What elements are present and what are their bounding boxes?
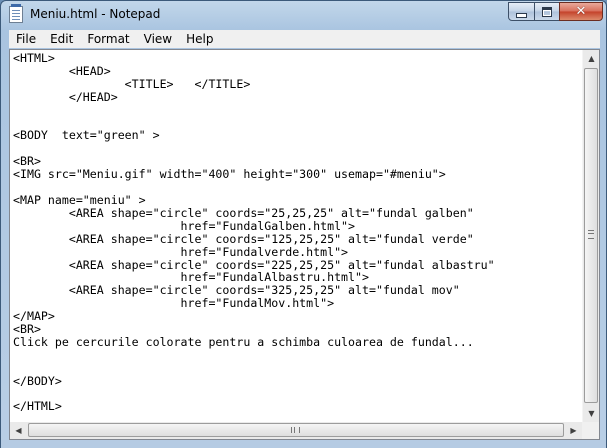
scroll-right-button[interactable]: ▶ <box>565 422 582 439</box>
editor-frame: <HTML> <HEAD> <TITLE> </TITLE> </HEAD> <… <box>9 49 600 440</box>
menu-bar: File Edit Format View Help <box>9 30 600 48</box>
scroll-up-button[interactable]: ▲ <box>583 50 600 67</box>
scrollbar-corner <box>582 422 599 439</box>
window-title: Meniu.html - Notepad <box>30 7 161 21</box>
maximize-icon <box>542 6 552 17</box>
text-editor[interactable]: <HTML> <HEAD> <TITLE> </TITLE> </HEAD> <… <box>10 50 582 422</box>
arrow-down-icon: ▼ <box>588 409 595 418</box>
vertical-scrollbar[interactable]: ▲ ▼ <box>582 50 599 422</box>
close-button[interactable]: ✕ <box>559 2 603 21</box>
maximize-button[interactable] <box>534 2 560 21</box>
window-bottom-border[interactable] <box>1 440 606 448</box>
menu-format[interactable]: Format <box>80 30 136 48</box>
minimize-icon <box>516 13 527 18</box>
notepad-window: Meniu.html - Notepad ✕ File Edit Format … <box>0 0 607 448</box>
vertical-scroll-thumb[interactable] <box>584 68 598 403</box>
scroll-down-button[interactable]: ▼ <box>583 405 600 422</box>
scroll-left-button[interactable]: ◀ <box>10 422 27 439</box>
menu-view[interactable]: View <box>137 30 179 48</box>
title-bar[interactable]: Meniu.html - Notepad ✕ <box>1 1 606 29</box>
arrow-left-icon: ◀ <box>15 426 22 435</box>
menu-file[interactable]: File <box>9 30 43 48</box>
menu-edit[interactable]: Edit <box>43 30 80 48</box>
horizontal-scroll-thumb[interactable] <box>28 423 564 437</box>
grip-icon <box>588 230 594 239</box>
horizontal-scrollbar[interactable]: ◀ ▶ <box>10 422 582 439</box>
grip-icon <box>291 427 300 433</box>
arrow-up-icon: ▲ <box>588 54 595 63</box>
minimize-button[interactable] <box>508 2 535 21</box>
close-icon: ✕ <box>575 4 587 19</box>
document-text[interactable]: <HTML> <HEAD> <TITLE> </TITLE> </HEAD> <… <box>10 50 582 413</box>
notepad-icon[interactable] <box>9 4 23 23</box>
arrow-right-icon: ▶ <box>570 426 577 435</box>
menu-help[interactable]: Help <box>179 30 220 48</box>
